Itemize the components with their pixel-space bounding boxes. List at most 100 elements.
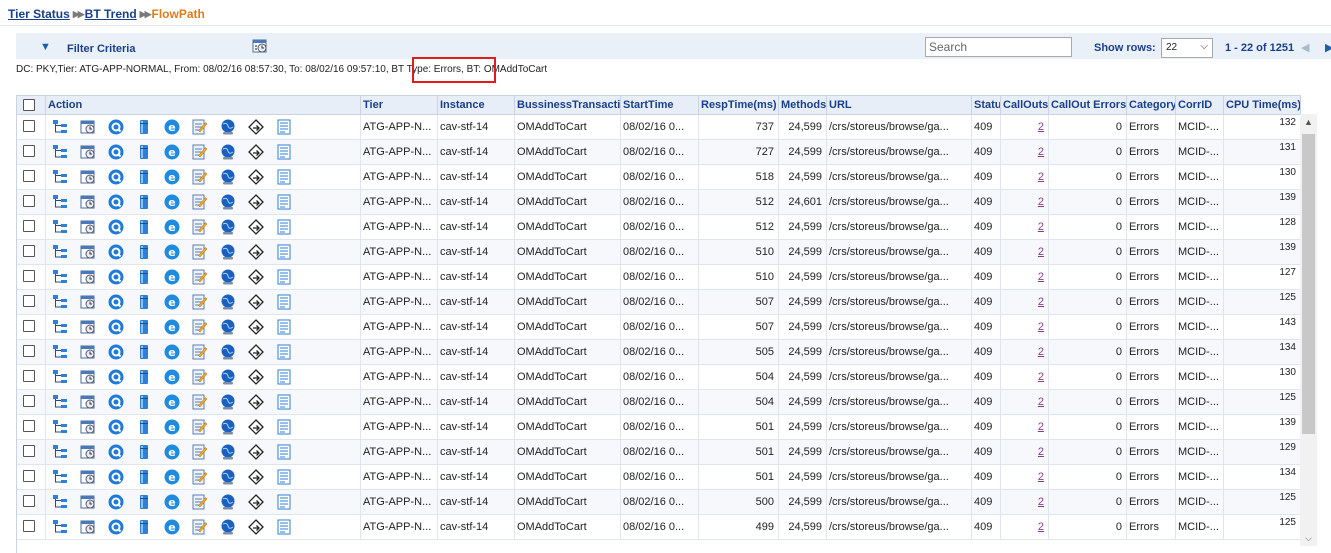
globe-icon[interactable] — [220, 294, 236, 310]
row-checkbox[interactable] — [23, 395, 35, 407]
explorer-icon[interactable]: e — [164, 294, 180, 310]
flowpath-icon[interactable] — [52, 269, 68, 285]
edit-icon[interactable] — [192, 119, 208, 135]
explorer-icon[interactable]: e — [164, 244, 180, 260]
globe-icon[interactable] — [220, 219, 236, 235]
flowpath-icon[interactable] — [52, 469, 68, 485]
explorer-icon[interactable]: e — [164, 169, 180, 185]
header-category[interactable]: Category — [1127, 96, 1176, 115]
explorer-icon[interactable]: e — [164, 344, 180, 360]
query-icon[interactable] — [108, 344, 124, 360]
callouts-link[interactable]: 2 — [1038, 271, 1044, 283]
row-checkbox[interactable] — [23, 495, 35, 507]
diamond-arrow-icon[interactable] — [248, 494, 264, 510]
header-start-time[interactable]: StartTime — [621, 96, 699, 115]
globe-icon[interactable] — [220, 244, 236, 260]
table-row[interactable]: e ATG-APP-N... cav-stf-14 OMAddToCart 08/02/… — [17, 490, 1301, 515]
header-url[interactable]: URL — [827, 96, 972, 115]
diamond-arrow-icon[interactable] — [248, 119, 264, 135]
database-icon[interactable] — [136, 319, 152, 335]
table-row[interactable]: e ATG-APP-N... cav-stf-14 OMAddToCart 08/02/… — [17, 465, 1301, 490]
query-icon[interactable] — [108, 194, 124, 210]
document-icon[interactable] — [276, 169, 292, 185]
explorer-icon[interactable]: e — [164, 319, 180, 335]
edit-icon[interactable] — [192, 169, 208, 185]
globe-icon[interactable] — [220, 344, 236, 360]
flowpath-icon[interactable] — [52, 169, 68, 185]
edit-icon[interactable] — [192, 469, 208, 485]
query-icon[interactable] — [108, 144, 124, 160]
globe-icon[interactable] — [220, 519, 236, 535]
row-checkbox[interactable] — [23, 345, 35, 357]
header-callout-errors[interactable]: CallOut Errors — [1049, 96, 1127, 115]
table-row[interactable]: e ATG-APP-N... cav-stf-14 OMAddToCart 08/02/… — [17, 515, 1301, 540]
row-checkbox[interactable] — [23, 520, 35, 532]
calendar-icon[interactable] — [80, 519, 96, 535]
globe-icon[interactable] — [220, 494, 236, 510]
calendar-icon[interactable] — [80, 244, 96, 260]
flowpath-icon[interactable] — [52, 494, 68, 510]
edit-icon[interactable] — [192, 144, 208, 160]
row-checkbox[interactable] — [23, 145, 35, 157]
explorer-icon[interactable]: e — [164, 469, 180, 485]
document-icon[interactable] — [276, 519, 292, 535]
table-row[interactable]: e ATG-APP-N... cav-stf-14 OMAddToCart 08/02/… — [17, 115, 1301, 140]
row-checkbox[interactable] — [23, 370, 35, 382]
breadcrumb-bt-trend[interactable]: BT Trend — [85, 7, 137, 21]
query-icon[interactable] — [108, 319, 124, 335]
scroll-down-icon[interactable]: ⌵ — [1303, 533, 1314, 544]
flowpath-icon[interactable] — [52, 419, 68, 435]
table-row[interactable]: e ATG-APP-N... cav-stf-14 OMAddToCart 08/02/… — [17, 290, 1301, 315]
query-icon[interactable] — [108, 394, 124, 410]
flowpath-icon[interactable] — [52, 319, 68, 335]
table-row[interactable]: e ATG-APP-N... cav-stf-14 OMAddToCart 08/02/… — [17, 315, 1301, 340]
query-icon[interactable] — [108, 119, 124, 135]
header-action[interactable]: Action — [46, 96, 361, 115]
row-checkbox[interactable] — [23, 170, 35, 182]
query-icon[interactable] — [108, 494, 124, 510]
database-icon[interactable] — [136, 444, 152, 460]
header-resp-time[interactable]: RespTime(ms) — [699, 96, 779, 115]
table-row[interactable]: e ATG-APP-N... cav-stf-14 OMAddToCart 08/02/… — [17, 240, 1301, 265]
diamond-arrow-icon[interactable] — [248, 244, 264, 260]
globe-icon[interactable] — [220, 319, 236, 335]
edit-icon[interactable] — [192, 244, 208, 260]
globe-icon[interactable] — [220, 369, 236, 385]
flowpath-icon[interactable] — [52, 344, 68, 360]
document-icon[interactable] — [276, 444, 292, 460]
edit-icon[interactable] — [192, 494, 208, 510]
header-status[interactable]: Status — [972, 96, 1001, 115]
flowpath-icon[interactable] — [52, 369, 68, 385]
globe-icon[interactable] — [220, 444, 236, 460]
flowpath-icon[interactable] — [52, 444, 68, 460]
callouts-link[interactable]: 2 — [1038, 421, 1044, 433]
edit-icon[interactable] — [192, 344, 208, 360]
explorer-icon[interactable]: e — [164, 444, 180, 460]
diamond-arrow-icon[interactable] — [248, 144, 264, 160]
explorer-icon[interactable]: e — [164, 419, 180, 435]
database-icon[interactable] — [136, 219, 152, 235]
edit-icon[interactable] — [192, 519, 208, 535]
scroll-up-icon[interactable]: ▲ — [1303, 117, 1314, 127]
edit-icon[interactable] — [192, 369, 208, 385]
database-icon[interactable] — [136, 394, 152, 410]
query-icon[interactable] — [108, 219, 124, 235]
table-row[interactable]: e ATG-APP-N... cav-stf-14 OMAddToCart 08/02/… — [17, 415, 1301, 440]
row-checkbox[interactable] — [23, 320, 35, 332]
query-icon[interactable] — [108, 169, 124, 185]
document-icon[interactable] — [276, 469, 292, 485]
document-icon[interactable] — [276, 344, 292, 360]
flowpath-icon[interactable] — [52, 194, 68, 210]
globe-icon[interactable] — [220, 169, 236, 185]
globe-icon[interactable] — [220, 119, 236, 135]
database-icon[interactable] — [136, 244, 152, 260]
table-row[interactable]: e ATG-APP-N... cav-stf-14 OMAddToCart 08/02/… — [17, 340, 1301, 365]
explorer-icon[interactable]: e — [164, 519, 180, 535]
query-icon[interactable] — [108, 369, 124, 385]
row-checkbox[interactable] — [23, 295, 35, 307]
edit-icon[interactable] — [192, 219, 208, 235]
table-row[interactable]: e ATG-APP-N... cav-stf-14 OMAddToCart 08/02/… — [17, 190, 1301, 215]
diamond-arrow-icon[interactable] — [248, 394, 264, 410]
database-icon[interactable] — [136, 469, 152, 485]
flowpath-icon[interactable] — [52, 144, 68, 160]
